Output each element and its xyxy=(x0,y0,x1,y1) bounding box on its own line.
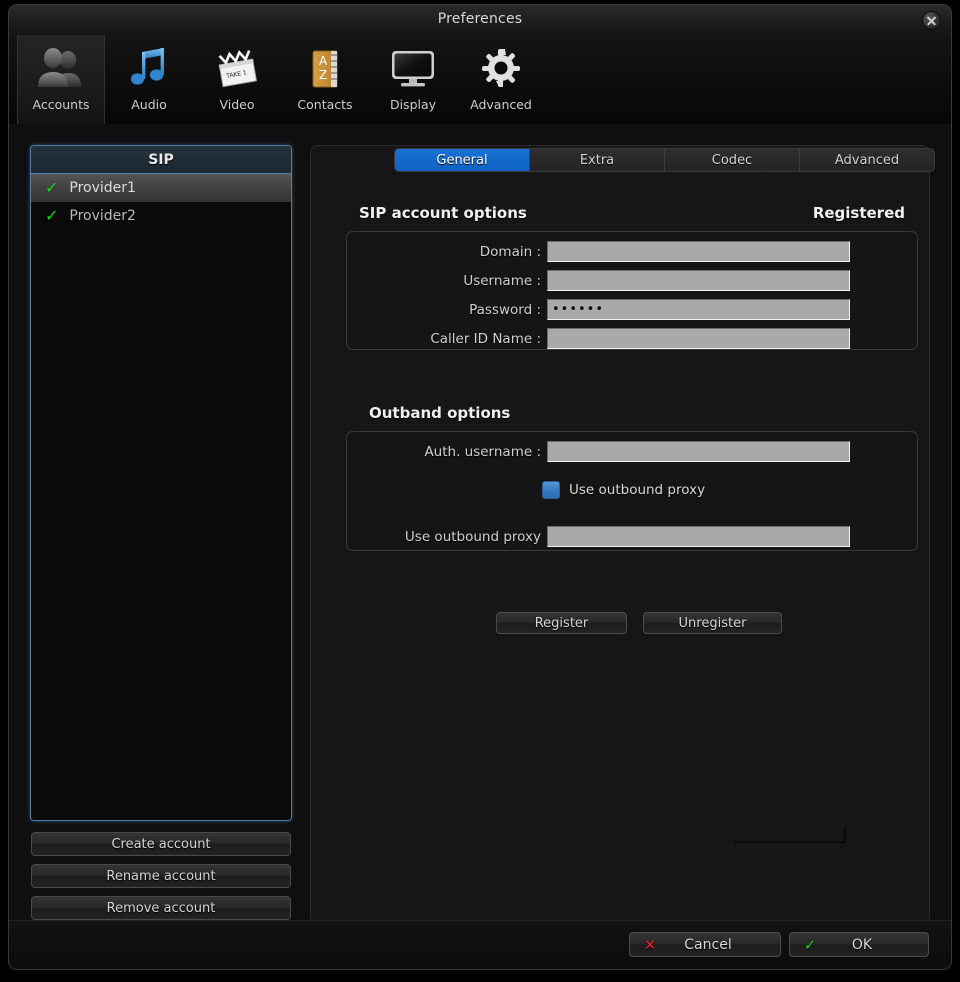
create-account-button[interactable]: Create account xyxy=(31,832,291,856)
accounts-people-icon xyxy=(33,43,89,93)
toolbar-item-audio[interactable]: Audio xyxy=(105,35,193,124)
dialog-footer: ✕ Cancel ✓ OK xyxy=(9,920,951,969)
list-item-label: Provider1 xyxy=(69,180,136,196)
list-item-label: Provider2 xyxy=(69,208,136,224)
audio-music-note-icon xyxy=(121,43,177,93)
toolbar-items: Accounts xyxy=(17,35,545,124)
advanced-gear-icon xyxy=(473,43,529,93)
video-clapperboard-icon: TAKE 1 xyxy=(209,43,265,93)
outband-section-header: Outband options xyxy=(369,404,510,422)
toolbar-label-advanced: Advanced xyxy=(470,97,532,112)
sip-section-header: SIP account options Registered xyxy=(359,204,905,222)
use-outbound-proxy-label: Use outbound proxy xyxy=(569,482,705,498)
password-label: Password : xyxy=(356,302,541,318)
toolbar-label-accounts: Accounts xyxy=(33,97,90,112)
field-row-outbound-proxy: Use outbound proxy xyxy=(356,526,908,547)
outbound-proxy-input[interactable] xyxy=(547,526,850,547)
account-list-header: SIP xyxy=(31,146,291,174)
settings-panel: SIP account options Registered Domain : … xyxy=(310,145,930,924)
account-actions: Create account Rename account Remove acc… xyxy=(31,832,291,928)
toolbar-label-display: Display xyxy=(390,97,436,112)
cancel-button[interactable]: ✕ Cancel xyxy=(629,932,781,957)
list-item[interactable]: ✓ Provider1 xyxy=(31,174,291,202)
tab-general[interactable]: General xyxy=(395,149,530,171)
outbound-proxy-label: Use outbound proxy xyxy=(356,529,541,545)
caller-id-name-label: Caller ID Name : xyxy=(356,331,541,347)
auth-username-input[interactable] xyxy=(547,441,850,462)
settings-tab-bar: General Extra Codec Advanced xyxy=(394,148,935,172)
dialog-body: SIP ✓ Provider1 ✓ Provider2 Create accou… xyxy=(9,124,951,970)
toolbar-label-video: Video xyxy=(219,97,254,112)
domain-label: Domain : xyxy=(356,244,541,260)
ok-button-label: OK xyxy=(824,937,922,953)
sip-section-title: SIP account options xyxy=(359,204,527,222)
preferences-window: Preferences xyxy=(8,4,952,970)
svg-text:A: A xyxy=(319,54,328,68)
field-row-caller-id: Caller ID Name : xyxy=(356,328,908,349)
unregister-button[interactable]: Unregister xyxy=(643,612,782,634)
contacts-address-book-icon: A Z xyxy=(297,43,353,93)
registration-status-badge: Registered xyxy=(813,204,905,222)
username-label: Username : xyxy=(356,273,541,289)
toolbar-item-accounts[interactable]: Accounts xyxy=(17,35,105,124)
panel-artifact-outline xyxy=(734,827,846,843)
use-outbound-proxy-checkbox-row: Use outbound proxy xyxy=(542,481,705,499)
enabled-check-icon: ✓ xyxy=(45,208,58,224)
account-list-body: ✓ Provider1 ✓ Provider2 xyxy=(31,174,291,821)
password-input[interactable]: •••••• xyxy=(547,299,850,320)
registration-actions: Register Unregister xyxy=(496,612,782,634)
domain-input[interactable] xyxy=(547,241,850,262)
cancel-button-label: Cancel xyxy=(664,937,774,953)
field-row-password: Password : •••••• xyxy=(356,299,908,320)
ok-check-icon: ✓ xyxy=(796,936,824,954)
tab-advanced[interactable]: Advanced xyxy=(800,149,934,171)
field-row-username: Username : xyxy=(356,270,908,291)
list-item[interactable]: ✓ Provider2 xyxy=(31,202,291,230)
toolbar-item-advanced[interactable]: Advanced xyxy=(457,35,545,124)
preferences-toolbar: Accounts xyxy=(9,35,951,125)
register-button[interactable]: Register xyxy=(496,612,627,634)
toolbar-label-contacts: Contacts xyxy=(297,97,352,112)
caller-id-name-input[interactable] xyxy=(547,328,850,349)
toolbar-label-audio: Audio xyxy=(131,97,167,112)
enabled-check-icon: ✓ xyxy=(45,180,58,196)
close-icon[interactable] xyxy=(922,11,941,30)
toolbar-item-contacts[interactable]: A Z Contacts xyxy=(281,35,369,124)
tab-extra[interactable]: Extra xyxy=(530,149,665,171)
remove-account-button[interactable]: Remove account xyxy=(31,896,291,920)
field-row-auth-username: Auth. username : xyxy=(356,441,908,462)
auth-username-label: Auth. username : xyxy=(356,444,541,460)
cancel-x-icon: ✕ xyxy=(636,936,664,954)
use-outbound-proxy-checkbox[interactable] xyxy=(542,481,560,499)
account-list-panel: SIP ✓ Provider1 ✓ Provider2 xyxy=(30,145,292,821)
username-input[interactable] xyxy=(547,270,850,291)
screenshot-root: Preferences xyxy=(0,0,960,982)
rename-account-button[interactable]: Rename account xyxy=(31,864,291,888)
title-bar: Preferences xyxy=(9,5,951,36)
ok-button[interactable]: ✓ OK xyxy=(789,932,929,957)
toolbar-item-display[interactable]: Display xyxy=(369,35,457,124)
svg-text:Z: Z xyxy=(319,68,327,82)
toolbar-item-video[interactable]: TAKE 1 Video xyxy=(193,35,281,124)
field-row-domain: Domain : xyxy=(356,241,908,262)
outband-section-title: Outband options xyxy=(369,404,510,422)
tab-codec[interactable]: Codec xyxy=(665,149,800,171)
window-title: Preferences xyxy=(9,11,951,27)
display-monitor-icon xyxy=(385,43,441,93)
